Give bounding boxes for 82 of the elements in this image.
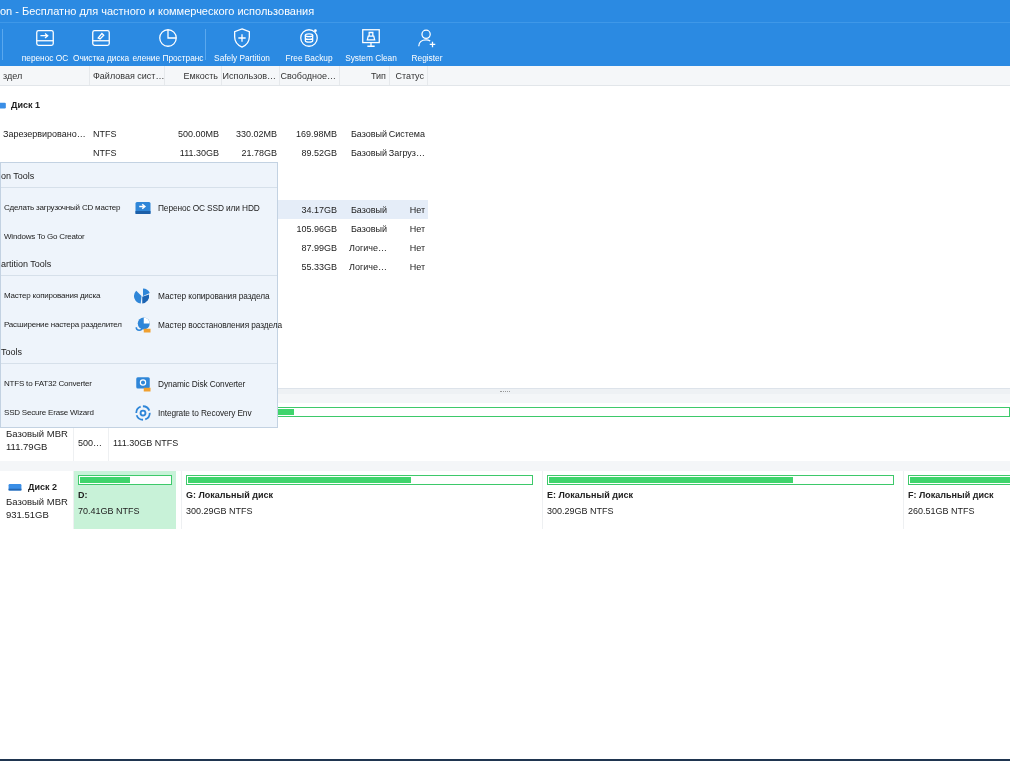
partition-size: 111.30GB NTFS [113,438,180,448]
database-icon [298,26,320,49]
table-cell-text: Нет [408,260,426,274]
table-cell-text: Нет [408,203,426,217]
toolbar-button[interactable]: Free Backup [276,23,342,66]
column-header[interactable]: здел [0,66,90,85]
table-cell-text: 55.33GB [300,260,338,274]
menu-item[interactable]: SSD Secure Erase Wizard [1,398,131,427]
toolbar-button[interactable]: Safely Partition [208,23,276,66]
menu-item[interactable]: Dynamic Disk Converter [131,369,279,398]
table-cell-text: Система [390,127,426,141]
table-row[interactable]: NTFS 111.30GB 21.78GB 89.52GB Базовый Загруз… [0,143,428,162]
table-cell-text: Логиче… [348,241,388,255]
toolbar-button[interactable]: System Clean [342,23,400,66]
disk-type: Базовый MBR [6,428,68,439]
disk-name: Диск 2 [28,482,57,492]
toolbar-button[interactable]: Очистка диска [69,23,133,66]
partition-name: F: Локальный диск [908,490,995,501]
disk-size: 111.79GB [6,441,49,452]
window-title: on - Бесплатно для частного и коммерческого использования [0,5,315,17]
toolbar-button[interactable]: еление Пространс [133,23,203,66]
partition-name: D: [78,490,89,501]
menu-item[interactable]: Мастер копирования раздела [131,281,279,310]
table-cell-text: NTFS [92,146,118,160]
table-cell-text: Базовый [349,127,388,141]
table-cell-text: 21.78GB [240,146,278,160]
drive-icon [134,374,152,393]
monitor-icon [360,26,382,49]
column-header[interactable]: Тип [340,66,390,85]
toolbar-button[interactable]: Register [400,23,454,66]
column-header[interactable]: Свободное… [280,66,340,85]
menu-section-title: Tools [1,341,277,364]
pie-chart-icon [157,26,179,49]
column-header[interactable]: Использов… [222,66,280,85]
table-cell-text: 34.17GB [300,203,338,217]
menu-item[interactable]: Windows To Go Creator [1,222,131,251]
column-header[interactable]: Файловая сист… [90,66,165,85]
table-cell-text: Загруз… [390,146,426,160]
partition-name: E: Локальный диск [547,490,634,501]
menu-item[interactable]: NTFS to FAT32 Converter [1,369,131,398]
disk-size: 931.51GB [6,509,50,520]
table-cell-text: 330.02MB [234,127,278,141]
table-cell-text: 87.99GB [300,241,338,255]
partition-size: 500… [78,438,99,448]
disk-type: Базовый MBR [6,496,68,507]
partition-size: 260.51GB NTFS [908,506,976,516]
shield-icon [231,26,253,49]
partition-size: 300.29GB NTFS [547,506,615,516]
pie-chart-icon [134,315,152,334]
cycle-icon [134,403,152,422]
table-cell-text: Нет [408,241,426,255]
pie-chart-icon [134,286,152,305]
partition-size: 70.41GB NTFS [78,506,141,516]
menu-section-title: on Tools [1,165,277,188]
table-cell-text: Нет [408,222,426,236]
table-cell-text: Зарезервировано… [2,127,87,141]
menu-section-title: artition Tools [1,253,277,276]
menu-item[interactable]: Мастер копирования диска [1,281,131,310]
grip-icon[interactable] [500,390,510,393]
menu-item[interactable]: Расширение настера разделител [1,310,131,339]
table-cell-text: Логиче… [348,260,388,274]
table-cell-text: Базовый [349,222,388,236]
table-cell-text: 105.96GB [295,222,338,236]
partition-block[interactable]: D: 70.41GB NTFS [73,471,176,529]
table-cell-text: 169.98MB [294,127,338,141]
menu-item[interactable]: Перенос ОС SSD или HDD [131,193,279,222]
partition-block[interactable]: F: Локальный диск 260.51GB NTFS [903,471,1010,529]
menu-item[interactable]: Сделать загрузочный CD мастер [1,193,131,222]
partition-name: G: Локальный диск [186,490,274,501]
table-cell-text: NTFS [92,127,118,141]
menu-item[interactable]: Integrate to Recovery Env [131,398,279,427]
column-header[interactable]: Емкость [165,66,222,85]
partition-size: 300.29GB NTFS [186,506,254,516]
toolbar-button[interactable]: перенос ОС [21,23,69,66]
table-cell-text: Базовый [349,203,388,217]
table-cell-text: Базовый [349,146,388,160]
disk-label: Диск 1 [11,100,40,110]
column-header[interactable]: Статус [390,66,428,85]
table-row[interactable]: Зарезервировано… NTFS 500.00MB 330.02MB 169.98MB Базовый Система [0,124,428,143]
table-cell-text: 500.00MB [176,127,220,141]
table-cell-text: 111.30GB [178,146,220,160]
table-cell-text: 89.52GB [300,146,338,160]
